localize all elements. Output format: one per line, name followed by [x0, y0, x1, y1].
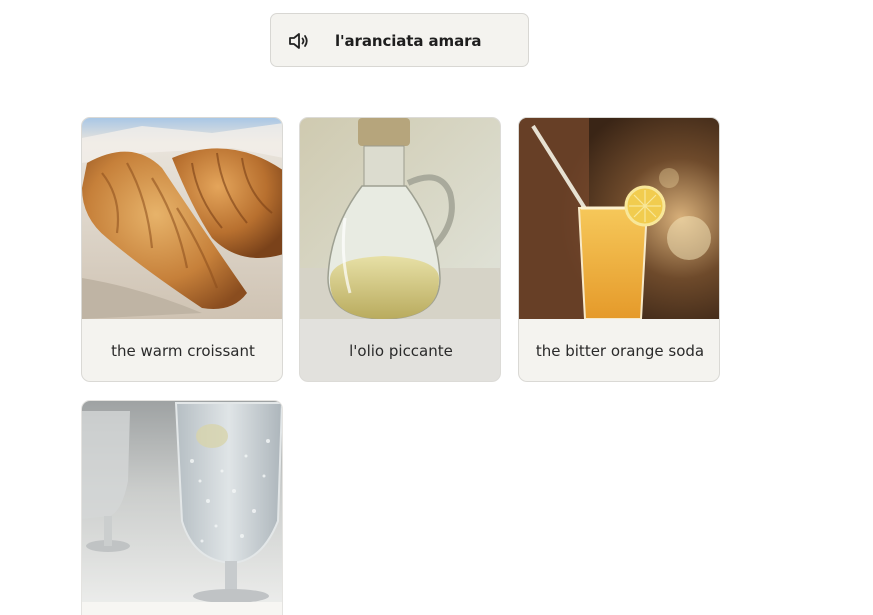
card-label: the warm croissant [111, 342, 255, 360]
card-label: l'olio piccante [349, 342, 453, 360]
sparkling-water-photo [82, 401, 282, 602]
prompt-phrase: l'aranciata amara [335, 32, 482, 50]
answer-card-orange-soda[interactable]: the bitter orange soda [518, 117, 720, 382]
answer-card-croissant[interactable]: the warm croissant [81, 117, 283, 382]
audio-prompt-button[interactable]: l'aranciata amara [270, 13, 529, 67]
speaker-icon [289, 33, 308, 49]
card-label: the bitter orange soda [535, 342, 705, 360]
croissant-photo [82, 118, 282, 319]
exercise-area: l'aranciata amara the warm croissant l'o… [0, 0, 873, 615]
orange-soda-photo [519, 118, 719, 319]
answer-card-oil[interactable]: l'olio piccante [299, 117, 501, 382]
answer-card-sparkling-water[interactable] [81, 400, 283, 615]
oil-jug-photo [300, 118, 500, 319]
